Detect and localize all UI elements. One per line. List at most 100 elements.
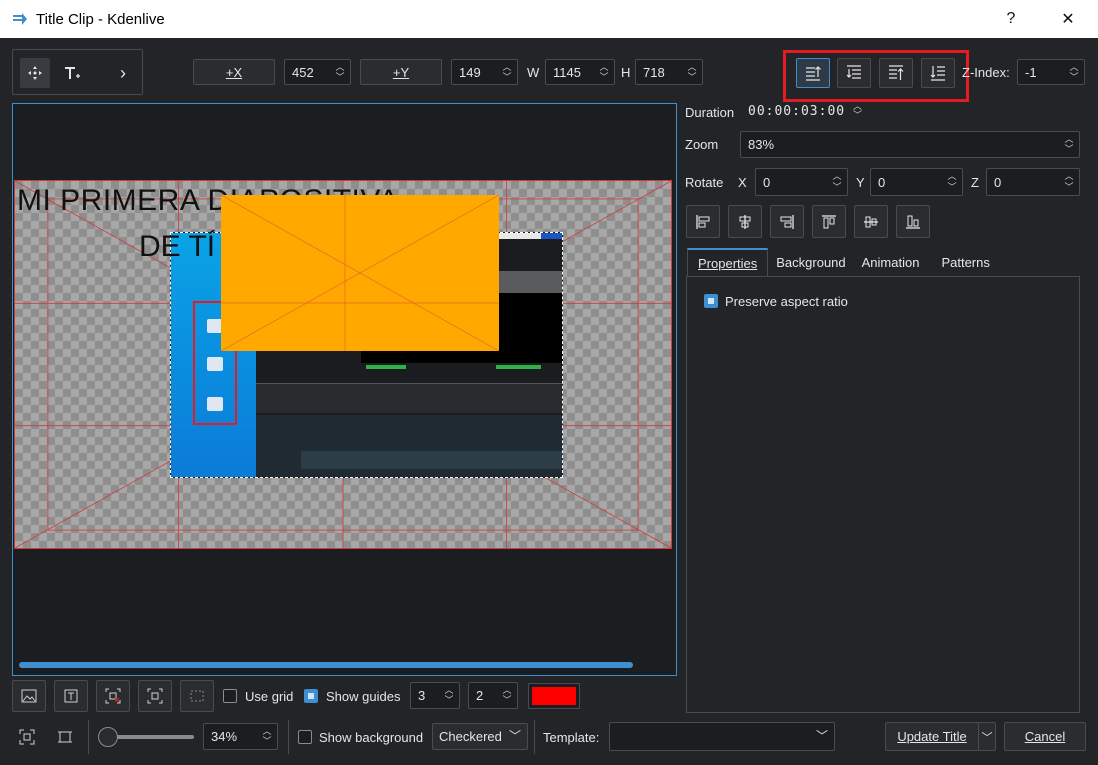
chevron-down-icon: ﹀ xyxy=(508,729,521,743)
align-bottom-icon xyxy=(906,215,920,229)
guides-vertical-spinbox[interactable]: 2 ︿ ﹀ xyxy=(468,682,518,709)
app-green-bar xyxy=(496,365,541,369)
zoom-original-button[interactable] xyxy=(52,724,78,750)
app-timeline-track xyxy=(301,451,562,469)
app-green-bar xyxy=(366,365,406,369)
zoom-fit-icon xyxy=(19,729,35,745)
use-grid-checkbox[interactable] xyxy=(223,689,237,703)
rotate-x-label: X xyxy=(738,175,747,190)
rotate-x-spinbox[interactable]: 0 ︿ ﹀ xyxy=(755,168,848,196)
show-guides-checkbox[interactable] xyxy=(304,689,318,703)
show-guides-label: Show guides xyxy=(326,689,401,704)
window-title: Title Clip - Kdenlive xyxy=(36,10,165,28)
properties-tabbar: Properties Background Animation Patterns xyxy=(687,248,1000,276)
width-spinbox[interactable]: 1145 ︿ ﹀ xyxy=(545,59,615,85)
tab-patterns[interactable]: Patterns xyxy=(929,248,999,276)
background-mode-select[interactable]: Checkered ﹀ xyxy=(432,723,528,750)
more-tools-chevron-icon[interactable]: › xyxy=(113,58,133,88)
align-bottom-button[interactable] xyxy=(896,205,930,238)
zoom-label: Zoom xyxy=(685,137,719,152)
height-spinbox[interactable]: 718 ︿ ﹀ xyxy=(635,59,703,85)
text-tool-icon xyxy=(65,67,80,79)
tab-background[interactable]: Background xyxy=(768,248,855,276)
add-text-button[interactable] xyxy=(54,680,88,712)
kdenlive-app-icon xyxy=(12,11,28,27)
select-all-button[interactable] xyxy=(138,680,172,712)
text-frame-icon xyxy=(64,689,78,703)
add-y-button[interactable]: +Y xyxy=(360,59,442,85)
height-label: H xyxy=(621,65,631,80)
align-left-button[interactable] xyxy=(686,205,720,238)
align-top-icon xyxy=(822,214,836,228)
desktop-folder-icon xyxy=(207,397,223,411)
cancel-button[interactable]: Cancel xyxy=(1004,722,1086,751)
selection-rect-button[interactable] xyxy=(180,680,214,712)
title-text-line-2[interactable]: DE TÍ xyxy=(139,230,215,264)
chevron-down-icon: ﹀ xyxy=(815,729,828,743)
align-hcenter-icon xyxy=(739,214,751,229)
add-x-button[interactable]: +X xyxy=(193,59,275,85)
show-background-checkbox[interactable] xyxy=(298,730,312,744)
align-right-icon xyxy=(780,214,794,229)
template-label: Template: xyxy=(543,730,600,745)
update-title-menu-button[interactable]: ﹀ xyxy=(978,722,996,751)
add-image-button[interactable] xyxy=(12,680,46,712)
unselect-icon xyxy=(105,688,121,704)
rotate-z-spinbox[interactable]: 0 ︿ ﹀ xyxy=(986,168,1080,196)
duration-spin-arrows[interactable]: ︿ ﹀ xyxy=(853,102,862,120)
align-vcenter-button[interactable] xyxy=(854,205,888,238)
y-position-spinbox[interactable]: 149 ︿ ﹀ xyxy=(451,59,518,85)
align-right-button[interactable] xyxy=(770,205,804,238)
x-position-spinbox[interactable]: 452 ︿ ﹀ xyxy=(284,59,351,85)
zoom-spinbox[interactable]: 83% ︿ ﹀ xyxy=(740,131,1080,158)
update-title-button[interactable]: Update Title xyxy=(885,722,979,751)
orange-rectangle-item[interactable] xyxy=(220,194,500,352)
selection-tool-button[interactable] xyxy=(20,58,50,88)
app-toolbar xyxy=(256,383,562,413)
tab-animation[interactable]: Animation xyxy=(856,248,930,276)
zorder-highlight-annotation xyxy=(783,50,969,102)
title-canvas-view[interactable]: MI PRIMERA DIAPOSITIVA DE TÍ xyxy=(12,103,677,676)
zoom-original-icon xyxy=(58,731,72,743)
footer-separator xyxy=(88,720,89,754)
align-vcenter-icon xyxy=(864,216,878,227)
rotate-y-label: Y xyxy=(856,175,865,190)
text-tool-button[interactable] xyxy=(57,58,87,88)
template-select[interactable]: ﹀ xyxy=(609,722,835,751)
footer-separator xyxy=(288,720,289,754)
align-left-icon xyxy=(696,214,710,229)
guide-color-button[interactable] xyxy=(528,683,580,709)
rotate-y-spinbox[interactable]: 0 ︿ ﹀ xyxy=(870,168,963,196)
preserve-aspect-checkbox[interactable] xyxy=(704,294,718,308)
zoom-percent-spinbox[interactable]: 34% ︿ ﹀ xyxy=(203,723,278,750)
zoom-slider-handle[interactable] xyxy=(98,727,118,747)
desktop-file-icon xyxy=(207,357,223,371)
rect-guide-overlay xyxy=(220,194,500,352)
tab-properties[interactable]: Properties xyxy=(687,248,769,276)
footer-separator xyxy=(534,720,535,754)
zindex-spinbox[interactable]: -1 ︿ ﹀ xyxy=(1017,59,1085,85)
align-hcenter-button[interactable] xyxy=(728,205,762,238)
tool-selector: › xyxy=(12,49,143,95)
rotate-label: Rotate xyxy=(685,175,724,190)
chevron-down-icon: ﹀ xyxy=(981,731,993,744)
move-icon xyxy=(28,66,42,80)
width-label: W xyxy=(527,65,540,80)
zoom-fit-button[interactable] xyxy=(14,724,40,750)
dashed-rect-icon xyxy=(190,690,204,702)
select-all-icon xyxy=(147,688,163,704)
canvas-horizontal-scrollbar[interactable] xyxy=(19,662,633,668)
app-titlebar-accent xyxy=(541,233,562,239)
unselect-all-button[interactable] xyxy=(96,680,130,712)
use-grid-label: Use grid xyxy=(245,689,294,704)
properties-tab-panel xyxy=(686,276,1080,713)
close-window-button[interactable]: ✕ xyxy=(1042,0,1094,38)
help-button[interactable]: ? xyxy=(985,0,1037,38)
duration-value[interactable]: 00:00:03:00 xyxy=(748,104,845,119)
duration-label: Duration xyxy=(685,105,735,120)
image-icon xyxy=(21,689,37,703)
align-top-button[interactable] xyxy=(812,205,846,238)
show-background-label: Show background xyxy=(319,730,424,745)
title-frame[interactable]: MI PRIMERA DIAPOSITIVA DE TÍ xyxy=(14,180,672,549)
guides-horizontal-spinbox[interactable]: 3 ︿ ﹀ xyxy=(410,682,460,709)
